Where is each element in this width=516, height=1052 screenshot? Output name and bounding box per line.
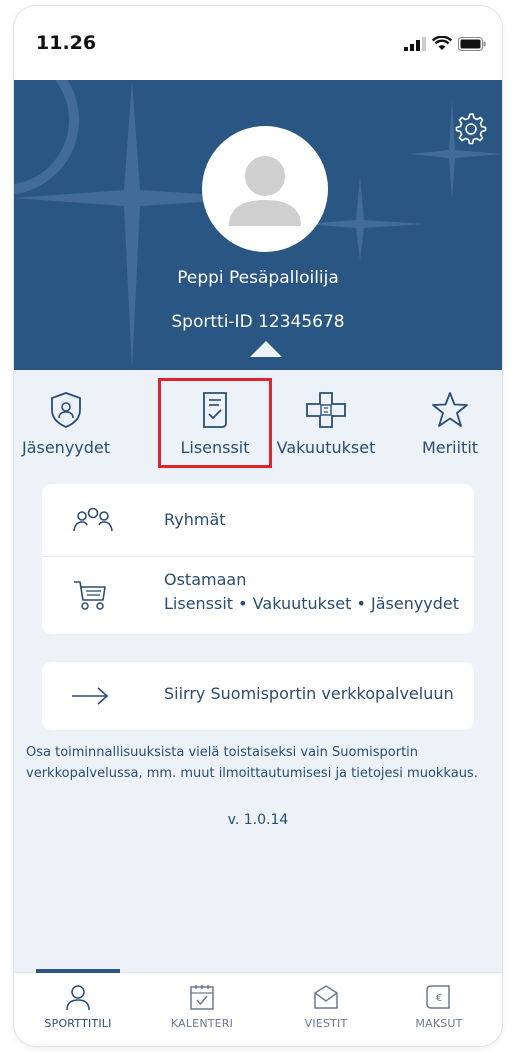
avatar — [202, 126, 328, 252]
web-link-label: Siirry Suomisportin verkkopalveluun — [164, 684, 454, 703]
phone-screen: 11.26 Peppi Pesäpalloilija Sportti-ID 12… — [14, 6, 502, 1046]
menu-item-ostamaan-title: Ostamaan — [164, 570, 247, 589]
wifi-icon — [432, 36, 452, 50]
arrow-right-icon — [72, 687, 109, 705]
menu-item-ryhmat[interactable]: Ryhmät — [42, 484, 474, 557]
menu-item-ostamaan-subtitle: Lisenssit • Vakuutukset • Jäsenyydet — [164, 594, 460, 613]
active-tab-indicator — [36, 969, 120, 973]
star-icon — [432, 392, 468, 427]
tab-meriitit[interactable]: Meriitit — [390, 390, 502, 457]
sportti-id-label: Sportti-ID — [171, 312, 253, 332]
tab-jasenyydet[interactable]: Jäsenyydet — [14, 390, 126, 457]
person-icon — [66, 985, 90, 1011]
tab-vakuutukset[interactable]: Vakuutukset — [266, 390, 386, 457]
bottom-tab-bar: SPORTTITILI KALENTERI VIESTIT € MAKSUT — [14, 969, 502, 1046]
app-version: v. 1.0.14 — [227, 812, 289, 828]
sportti-id: Sportti-ID 12345678 — [14, 312, 502, 332]
battery-icon — [458, 36, 486, 51]
tab-jasenyydet-label: Jäsenyydet — [21, 438, 111, 457]
calendar-icon — [190, 985, 214, 1010]
envelope-icon — [314, 985, 338, 1009]
menu-item-ostamaan[interactable]: Ostamaan Lisenssit • Vakuutukset • Jäsen… — [42, 556, 474, 634]
bottom-tab-sporttitili[interactable]: SPORTTITILI — [23, 983, 133, 1030]
header-pointer — [250, 341, 282, 357]
cross-bandage-icon — [306, 392, 346, 428]
bottom-tab-viestit[interactable]: VIESTIT — [271, 983, 381, 1030]
tab-vakuutukset-label: Vakuutukset — [276, 438, 376, 457]
bottom-tab-kalenteri-label: KALENTERI — [170, 1017, 234, 1030]
bottom-tab-viestit-label: VIESTIT — [304, 1017, 348, 1030]
bottom-tab-sporttitili-label: SPORTTITILI — [44, 1017, 112, 1030]
status-bar: 11.26 — [14, 6, 502, 80]
svg-text:€: € — [436, 993, 442, 1004]
sportti-id-value: 12345678 — [258, 312, 345, 332]
info-text: Osa toiminnallisuuksista vielä toistaise… — [26, 745, 478, 781]
tab-meriitit-label: Meriitit — [421, 438, 479, 457]
shopping-cart-icon — [74, 581, 106, 610]
euro-receipt-icon: € — [426, 985, 450, 1009]
status-icons — [404, 36, 486, 51]
status-time: 11.26 — [36, 32, 97, 54]
signal-icon — [404, 36, 426, 51]
user-name: Peppi Pesäpalloilija — [177, 268, 339, 288]
web-link-button[interactable]: Siirry Suomisportin verkkopalveluun — [42, 662, 474, 730]
people-group-icon — [73, 507, 113, 532]
user-silhouette-icon — [229, 156, 301, 226]
highlight-box — [158, 378, 272, 468]
bottom-tab-maksut[interactable]: € MAKSUT — [384, 983, 494, 1030]
gear-icon[interactable] — [452, 110, 488, 146]
profile-header: Peppi Pesäpalloilija Sportti-ID 12345678 — [14, 80, 502, 370]
menu-item-ryhmat-label: Ryhmät — [164, 510, 226, 529]
bottom-tab-maksut-label: MAKSUT — [415, 1017, 463, 1030]
shield-person-icon — [51, 392, 81, 428]
bottom-tab-kalenteri[interactable]: KALENTERI — [147, 983, 257, 1030]
menu-card: Ryhmät Ostamaan Lisenssit • Vakuutukset … — [42, 484, 474, 634]
